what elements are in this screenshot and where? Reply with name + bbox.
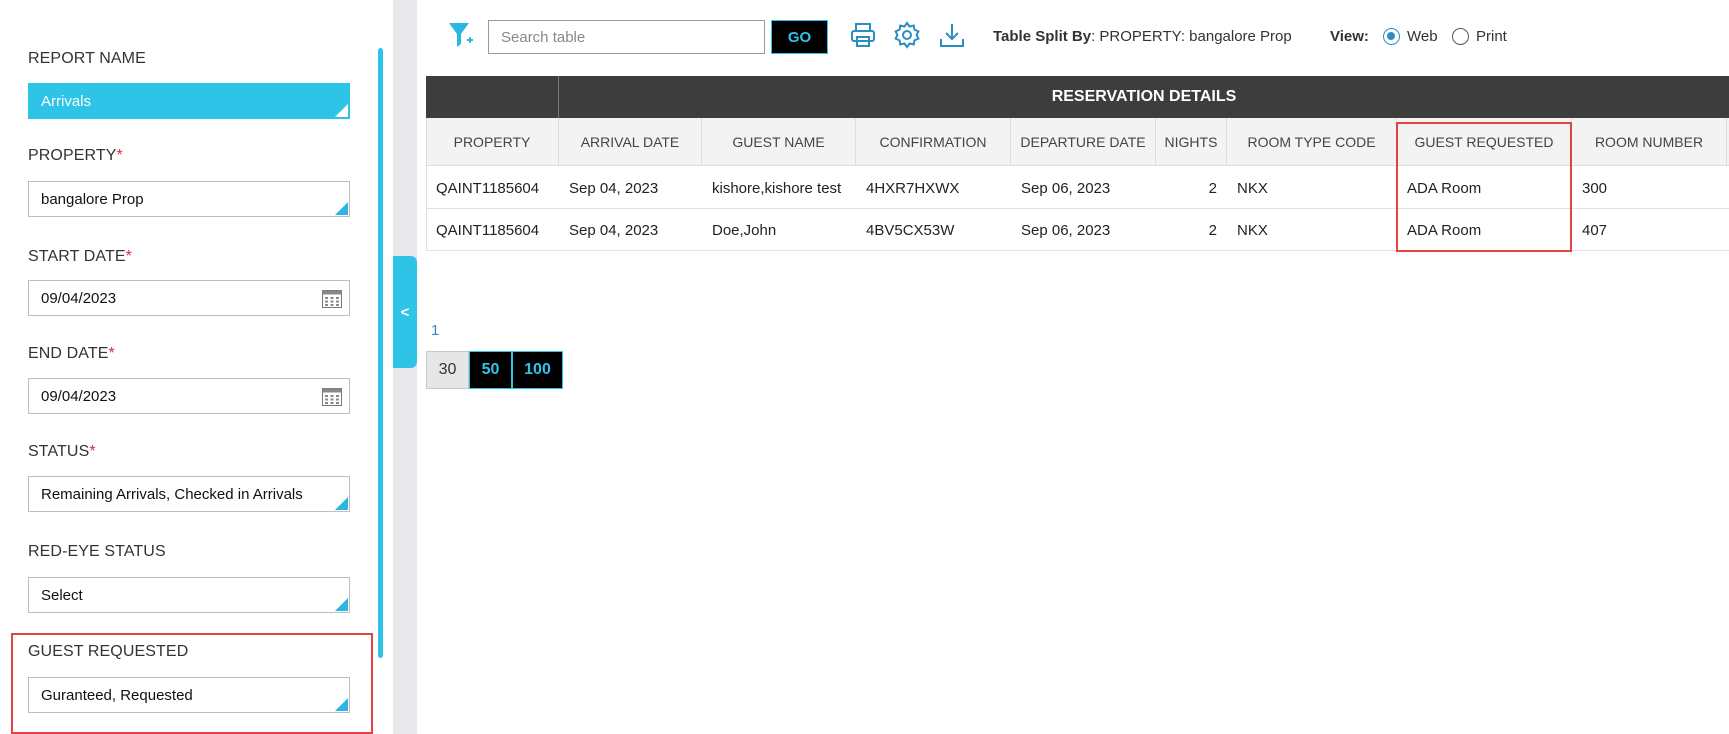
page-size-50-button[interactable]: 50 [469, 351, 512, 389]
page-size-30-button[interactable]: 30 [426, 351, 469, 389]
reservation-details-title: RESERVATION DETAILS [1051, 88, 1237, 105]
add-filter-icon[interactable] [446, 20, 476, 50]
group-header-property-cell [426, 76, 559, 118]
cell-confirmation: 4BV5CX53W [866, 221, 955, 239]
cell-guest-name: Doe,John [712, 221, 777, 239]
page-size-100-button[interactable]: 100 [512, 351, 563, 389]
red-eye-status-select[interactable]: Select [28, 577, 350, 613]
table-group-header: RESERVATION DETAILS [426, 76, 1729, 118]
cell-nights: 2 [1208, 179, 1217, 197]
col-header-property[interactable]: PROPERTY [426, 118, 559, 166]
cell-room-number: 407 [1582, 221, 1608, 239]
col-header-departure-date[interactable]: DEPARTURE DATE [1011, 118, 1156, 166]
red-eye-status-value: Select [41, 586, 83, 604]
report-name-label: REPORT NAME [28, 50, 146, 67]
status-select[interactable]: Remaining Arrivals, Checked in Arrivals [28, 476, 350, 512]
status-label: STATUS* [28, 443, 96, 460]
col-header-nights[interactable]: NIGHTS [1156, 118, 1227, 166]
red-eye-status-label: RED-EYE STATUS [28, 543, 166, 560]
property-label: PROPERTY* [28, 147, 123, 164]
split-label: Table Split By [993, 28, 1092, 45]
highlight-guest-requested-column [1396, 122, 1572, 252]
table-split-info: Table Split By: PROPERTY: bangalore Prop [993, 28, 1292, 45]
cell-nights: 2 [1208, 221, 1217, 239]
highlight-guest-requested-filter [11, 633, 373, 734]
cell-property: QAINT1185604 [436, 179, 540, 197]
view-print-radio[interactable] [1452, 28, 1469, 45]
page-number-link[interactable]: 1 [431, 322, 439, 339]
cell-room-type-code: NKX [1237, 179, 1268, 197]
view-web-label[interactable]: Web [1407, 28, 1438, 45]
view-label: View: [1330, 28, 1369, 45]
cell-arrival-date: Sep 04, 2023 [569, 221, 659, 239]
start-date-value: 09/04/2023 [41, 289, 117, 307]
go-button[interactable]: GO [771, 20, 828, 54]
calendar-icon[interactable] [322, 290, 342, 308]
cell-guest-name: kishore,kishore test [712, 179, 842, 197]
go-label: GO [787, 28, 812, 46]
cell-confirmation: 4HXR7HXWX [866, 179, 960, 197]
report-name-value: Arrivals [41, 92, 92, 110]
split-value: : PROPERTY: bangalore Prop [1091, 28, 1292, 45]
settings-gear-icon[interactable] [892, 20, 922, 50]
start-date-label: START DATE* [28, 248, 132, 265]
col-header-room-type-code[interactable]: ROOM TYPE CODE [1227, 118, 1397, 166]
cell-departure-date: Sep 06, 2023 [1021, 179, 1111, 197]
cell-arrival-date: Sep 04, 2023 [569, 179, 659, 197]
col-header-guest-name[interactable]: GUEST NAME [702, 118, 856, 166]
cell-room-number: 300 [1582, 179, 1608, 197]
end-date-value: 09/04/2023 [41, 387, 117, 405]
search-input[interactable] [488, 20, 765, 54]
cell-property: QAINT1185604 [436, 221, 540, 239]
collapse-chevron-icon: < [400, 303, 410, 321]
cell-room-type-code: NKX [1237, 221, 1268, 239]
filter-panel: REPORT NAME Arrivals PROPERTY* bangalore… [0, 0, 393, 734]
collapse-panel-button[interactable]: < [393, 256, 417, 368]
end-date-label: END DATE* [28, 345, 115, 362]
property-select[interactable]: bangalore Prop [28, 181, 350, 217]
cell-departure-date: Sep 06, 2023 [1021, 221, 1111, 239]
panel-scrollbar[interactable] [378, 48, 383, 658]
col-header-arrival-date[interactable]: ARRIVAL DATE [559, 118, 702, 166]
view-print-label[interactable]: Print [1476, 28, 1507, 45]
print-icon[interactable] [848, 20, 878, 50]
status-value: Remaining Arrivals, Checked in Arrivals [41, 485, 303, 503]
col-header-room-number[interactable]: ROOM NUMBER [1572, 118, 1727, 166]
property-value: bangalore Prop [41, 190, 144, 208]
report-name-select[interactable]: Arrivals [28, 83, 350, 119]
end-date-input[interactable]: 09/04/2023 [28, 378, 350, 414]
col-header-confirmation[interactable]: CONFIRMATION [856, 118, 1011, 166]
calendar-icon[interactable] [322, 388, 342, 406]
view-web-radio[interactable] [1383, 28, 1400, 45]
table-left-border [426, 118, 427, 251]
start-date-input[interactable]: 09/04/2023 [28, 280, 350, 316]
download-icon[interactable] [937, 20, 967, 50]
